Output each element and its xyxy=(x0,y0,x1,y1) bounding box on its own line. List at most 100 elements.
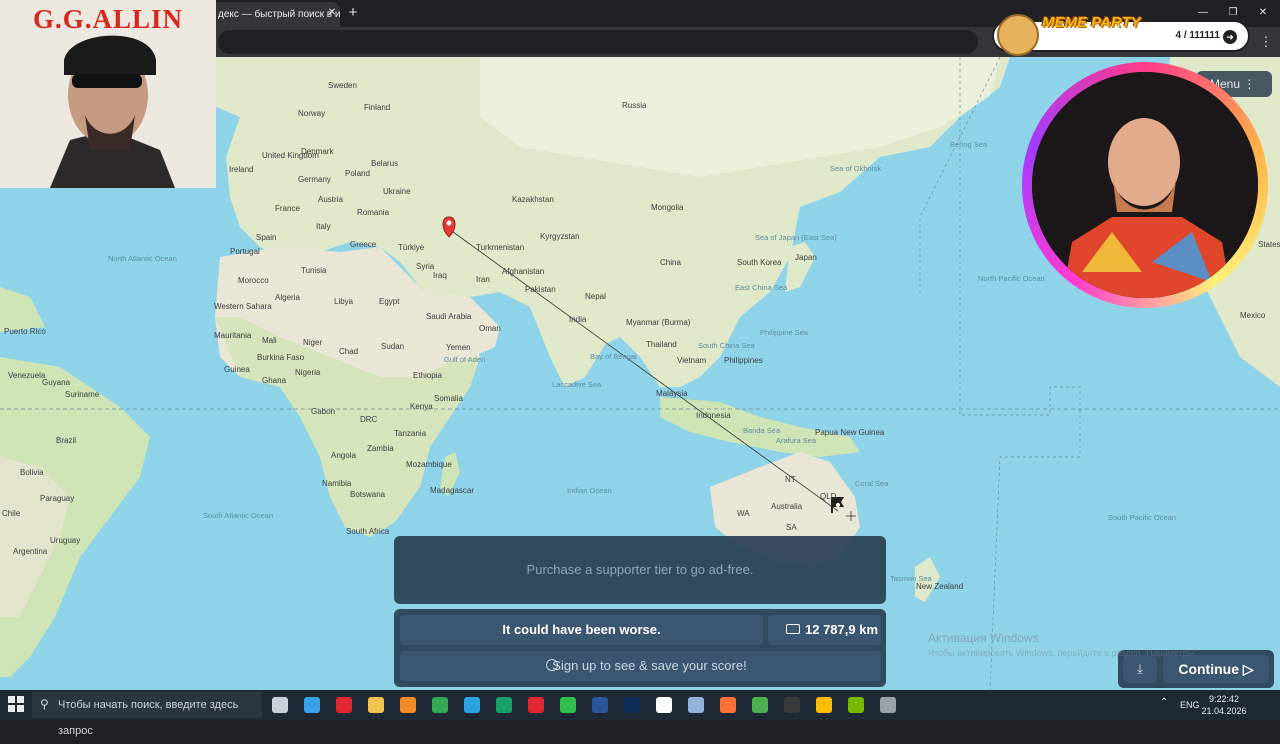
map-label: Yemen xyxy=(446,343,471,352)
map-label: Paraguay xyxy=(40,494,74,503)
map-label: Tanzania xyxy=(394,429,427,438)
map-label: Gulf of Aden xyxy=(444,355,485,364)
folder-icon[interactable] xyxy=(368,697,384,713)
map-label: China xyxy=(660,258,681,267)
opera-icon[interactable] xyxy=(336,697,352,713)
map-label: Portugal xyxy=(230,247,260,256)
map-label: Russia xyxy=(622,101,647,110)
language-indicator[interactable]: ENG xyxy=(1180,696,1200,714)
map-label: WA xyxy=(737,509,750,518)
map-label: Vietnam xyxy=(677,356,707,365)
app-icon[interactable] xyxy=(688,697,704,713)
map-label: Philippines xyxy=(724,356,763,365)
webcam-video xyxy=(1032,72,1258,298)
map-label: North Pacific Ocean xyxy=(978,274,1045,283)
telegram-icon[interactable] xyxy=(464,697,480,713)
map-label: Morocco xyxy=(238,276,269,285)
map-label: Brazil xyxy=(56,436,76,445)
clock[interactable]: 9:22:42 21.04.2026 xyxy=(1200,693,1248,717)
browser-tab[interactable]: декс — быстрый поиск в и xyxy=(210,2,340,27)
map-label: Myanmar (Burma) xyxy=(626,318,691,327)
ad-free-link[interactable]: Purchase a supporter tier to go ad-free. xyxy=(394,562,886,577)
map-label: Sudan xyxy=(381,342,404,351)
map-label: Niger xyxy=(303,338,322,347)
window-close-button[interactable]: ✕ xyxy=(1248,4,1278,22)
map-label: Egypt xyxy=(379,297,400,306)
map-label: Bering Sea xyxy=(950,140,988,149)
meme-party-title: MEME PARTY xyxy=(1042,14,1141,31)
photoshop-icon[interactable] xyxy=(624,697,640,713)
doge-icon xyxy=(997,14,1039,56)
word-icon[interactable] xyxy=(592,697,608,713)
kebab-icon: ⋮ xyxy=(1243,77,1256,91)
chrome-icon[interactable] xyxy=(752,697,768,713)
map-label: Mauritania xyxy=(214,331,252,340)
yandex-icon[interactable] xyxy=(656,697,672,713)
map-label: Bay of Bengal xyxy=(590,352,637,361)
tab-close-icon[interactable]: ✕ xyxy=(325,6,339,20)
signup-label: Sign up to see & save your score! xyxy=(552,658,747,673)
signup-button[interactable]: Sign up to see & save your score! xyxy=(400,651,881,681)
map-label: Nepal xyxy=(585,292,606,301)
firefox-icon[interactable] xyxy=(720,697,736,713)
tray-expand-icon[interactable]: ⌃ xyxy=(1160,697,1168,708)
vlc-icon[interactable] xyxy=(400,697,416,713)
address-bar[interactable] xyxy=(218,30,978,54)
app-icon[interactable] xyxy=(432,697,448,713)
map-label: Papua New Guinea xyxy=(815,428,885,437)
app-icon[interactable] xyxy=(880,697,896,713)
map-label: New Zealand xyxy=(916,582,963,591)
map-label: Mozambique xyxy=(406,460,452,469)
map-label: Botswana xyxy=(350,490,386,499)
map-label: QLD xyxy=(820,492,837,501)
map-label: Iraq xyxy=(433,271,447,280)
nvidia-icon[interactable] xyxy=(848,697,864,713)
map-label: Norway xyxy=(298,109,325,118)
browser-menu-icon[interactable]: ⋮ xyxy=(1258,33,1274,51)
map-label: Philippine Sea xyxy=(760,328,809,337)
map-label: Mongolia xyxy=(651,203,684,212)
file-explorer-icon[interactable] xyxy=(304,697,320,713)
map-label: Spain xyxy=(256,233,276,242)
obs-icon[interactable] xyxy=(784,697,800,713)
distance-value: 12 787,9 km xyxy=(805,622,879,637)
map-label: Germany xyxy=(298,175,331,184)
overlay-title: G.G.ALLIN xyxy=(32,4,184,34)
map-label: East China Sea xyxy=(735,283,788,292)
map-label: Sea of Okhotsk xyxy=(830,164,882,173)
map-label: Ghana xyxy=(262,376,287,385)
clock-date: 21.04.2026 xyxy=(1201,706,1247,716)
map-label: Coral Sea xyxy=(855,479,889,488)
opera-gx-icon[interactable] xyxy=(528,697,544,713)
map-label: Indonesia xyxy=(696,411,731,420)
map-label: Australia xyxy=(771,502,803,511)
continue-button[interactable]: Continue ▷ xyxy=(1163,655,1269,683)
map-label: South Atlantic Ocean xyxy=(203,511,273,520)
map-label: Syria xyxy=(416,262,435,271)
map-label: NT xyxy=(785,475,796,484)
map-label: Malaysia xyxy=(656,389,688,398)
map-label: Kazakhstan xyxy=(512,195,554,204)
download-button[interactable]: ⤓ xyxy=(1123,655,1157,683)
map-label: Türkiye xyxy=(398,243,425,252)
map-label: Thailand xyxy=(646,340,677,349)
map-label: SA xyxy=(786,523,797,532)
task-view-icon[interactable] xyxy=(272,697,288,713)
map-label: Gabon xyxy=(311,407,335,416)
map-label: Ireland xyxy=(229,165,253,174)
map-label: Argentina xyxy=(13,547,48,556)
map-label: Bolivia xyxy=(20,468,44,477)
map-label: Austria xyxy=(318,195,343,204)
clock-time: 9:22:42 xyxy=(1208,694,1240,704)
map-label: France xyxy=(275,204,300,213)
windows-start-icon[interactable] xyxy=(8,696,24,712)
new-tab-button[interactable]: + xyxy=(345,5,361,21)
map-label: Chile xyxy=(2,509,21,518)
chrome-icon[interactable] xyxy=(816,697,832,713)
map-label: Uruguay xyxy=(50,536,80,545)
taskbar-search-input[interactable]: Чтобы начать поиск, введите здесь запрос xyxy=(32,692,262,737)
map-label: Angola xyxy=(331,451,356,460)
app-icon[interactable] xyxy=(560,697,576,713)
map-label: Saudi Arabia xyxy=(426,312,472,321)
app-icon[interactable] xyxy=(496,697,512,713)
